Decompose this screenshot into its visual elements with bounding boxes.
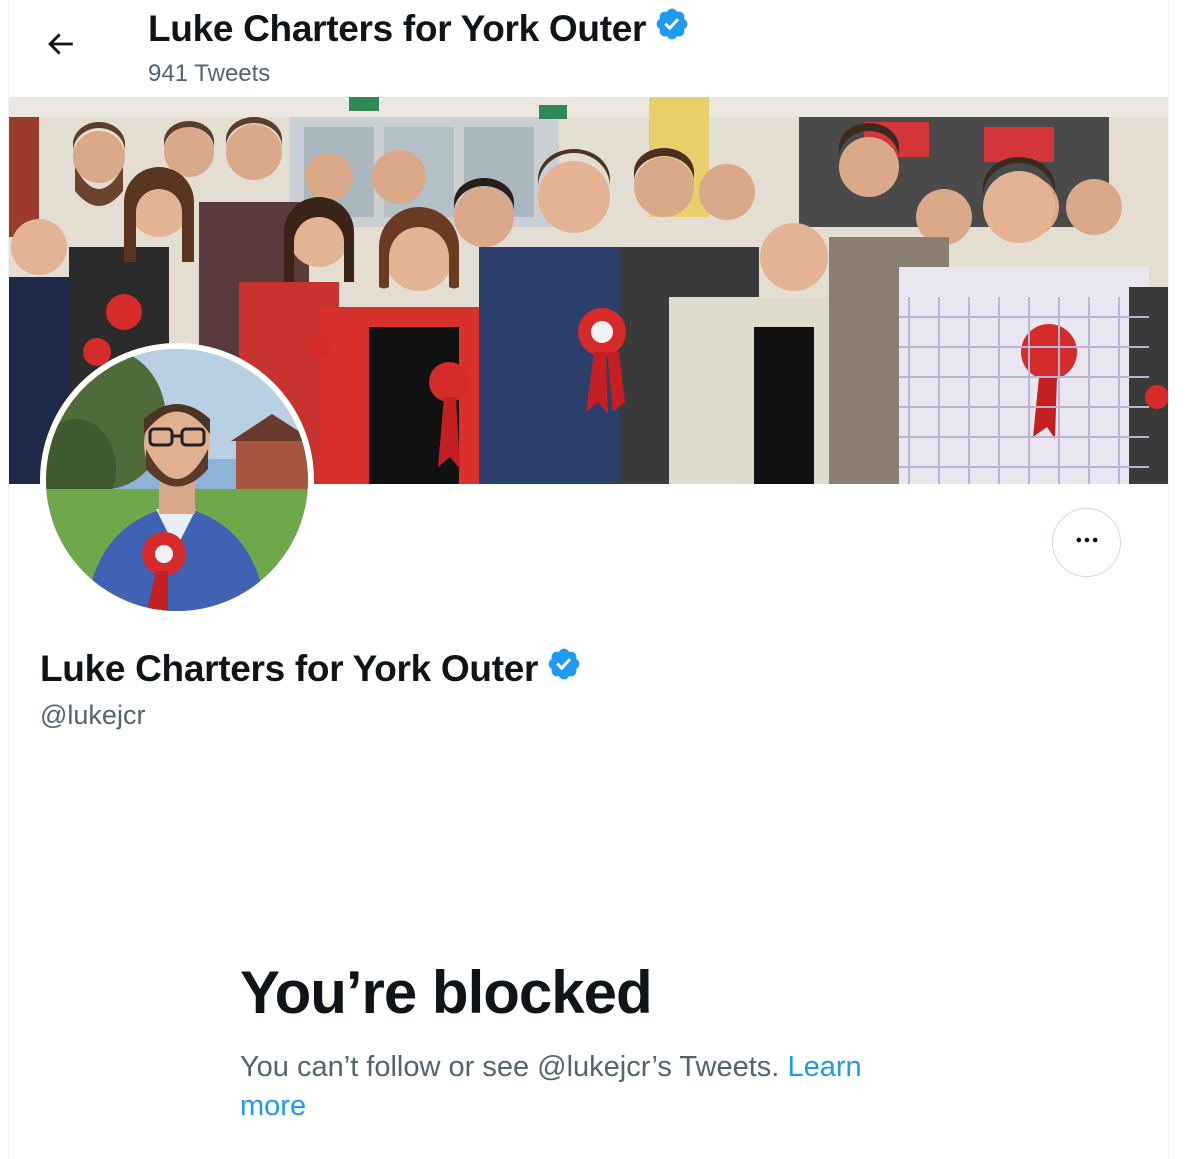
blocked-message: You can’t follow or see @lukejcr’s Tweet… <box>240 1048 900 1126</box>
blocked-title: You’re blocked <box>240 959 653 1026</box>
profile-handle: @lukejcr <box>40 700 146 730</box>
verified-badge-icon <box>546 646 582 691</box>
profile-avatar[interactable] <box>40 343 314 617</box>
header-name: Luke Charters for York Outer <box>148 7 647 49</box>
verified-badge-icon <box>654 6 690 51</box>
profile-name: Luke Charters for York Outer <box>40 646 582 691</box>
more-options-button[interactable] <box>1052 508 1121 577</box>
back-button[interactable] <box>32 18 88 74</box>
more-horizontal-icon <box>1073 526 1101 559</box>
arrow-left-icon <box>43 27 77 66</box>
blocked-message-text: You can’t follow or see @lukejcr’s Tweet… <box>240 1051 780 1083</box>
tweet-count: 941 Tweets <box>148 60 271 87</box>
header-title: Luke Charters for York Outer <box>148 6 690 51</box>
profile-display-name: Luke Charters for York Outer <box>40 647 539 689</box>
